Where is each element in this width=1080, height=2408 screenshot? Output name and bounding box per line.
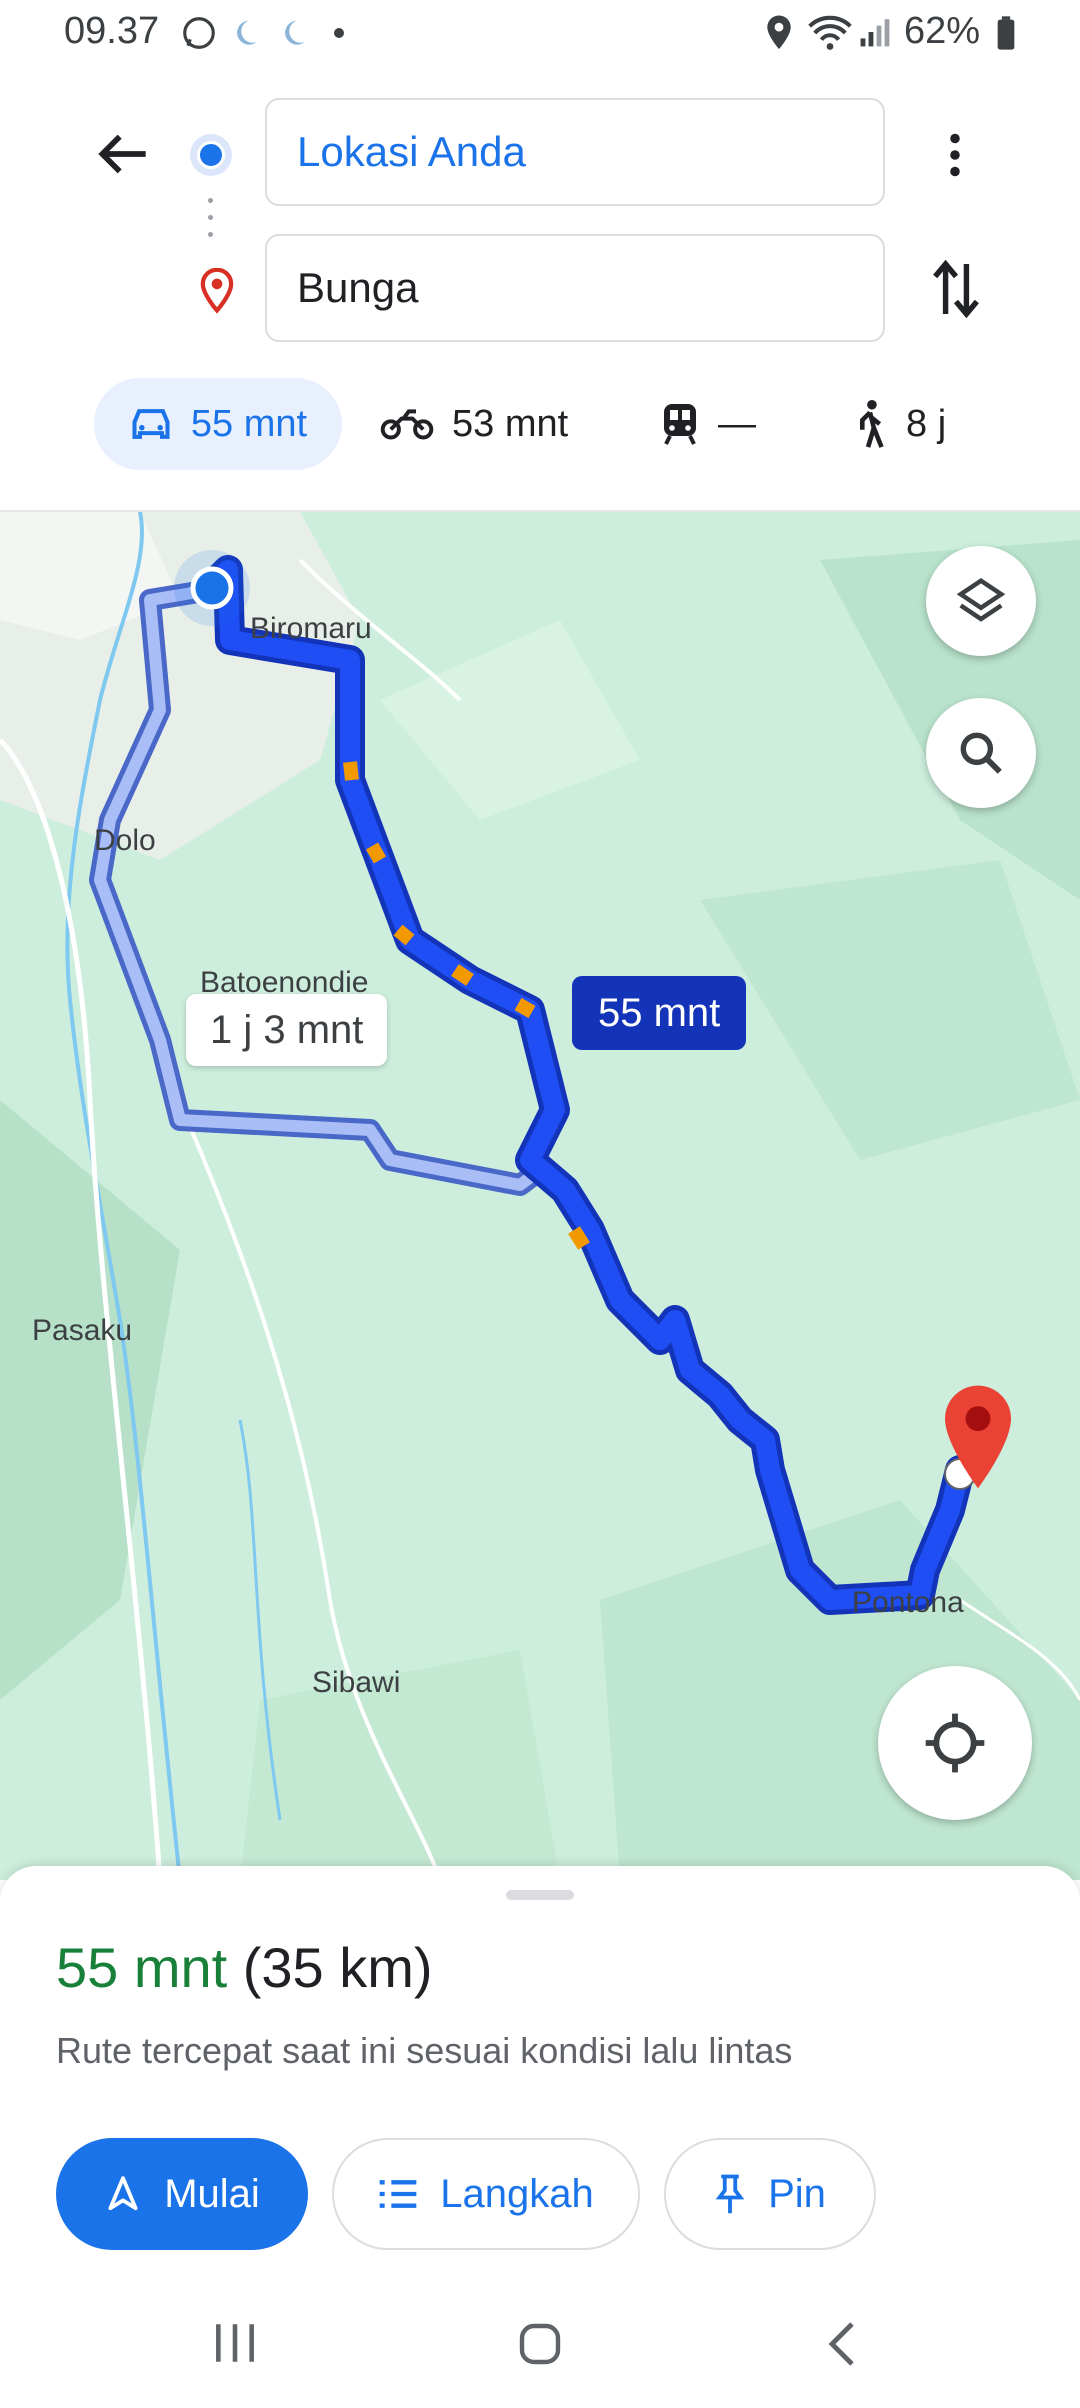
moon-icon xyxy=(280,18,308,55)
list-icon xyxy=(379,2180,417,2208)
place-label-dolo: Dolo xyxy=(94,824,156,857)
start-button-label: Mulai xyxy=(164,2171,260,2216)
status-bar: 09.37 62% xyxy=(0,0,1080,70)
destination-marker-icon xyxy=(940,1382,1016,1497)
wifi-icon xyxy=(808,14,852,57)
route-subtitle: Rute tercepat saat ini sesuai kondisi la… xyxy=(56,2030,793,2071)
navigation-icon xyxy=(108,2176,138,2211)
mode-motorcycle-label: 53 mnt xyxy=(452,402,569,445)
steps-button[interactable]: Langkah xyxy=(332,2138,640,2250)
primary-route-label[interactable]: 55 mnt xyxy=(572,976,747,1050)
system-nav-bar xyxy=(0,2290,1080,2408)
origin-dot-icon xyxy=(190,134,232,176)
place-label-sibawi: Sibawi xyxy=(312,1666,401,1699)
mode-car-label: 55 mnt xyxy=(190,402,308,445)
search-along-route-button[interactable] xyxy=(926,698,1036,808)
origin-input[interactable]: Lokasi Anda xyxy=(265,98,885,206)
pin-button-label: Pin xyxy=(768,2171,826,2216)
moon-icon xyxy=(232,18,260,55)
layers-button[interactable] xyxy=(926,546,1036,656)
pin-icon xyxy=(715,2174,745,2214)
battery-level: 62% xyxy=(904,10,981,52)
my-location-icon xyxy=(925,1713,985,1773)
search-icon xyxy=(960,732,1002,774)
destination-input[interactable]: Bunga xyxy=(265,234,885,342)
steps-button-label: Langkah xyxy=(440,2171,594,2216)
walk-icon xyxy=(860,399,884,448)
mode-car-tab[interactable]: 55 mnt xyxy=(94,378,342,470)
place-label-pontona: Pontona xyxy=(852,1586,964,1619)
motorcycle-icon xyxy=(380,409,434,440)
sheet-drag-handle[interactable] xyxy=(506,1890,574,1900)
status-time: 09.37 xyxy=(64,10,160,52)
more-options-button[interactable] xyxy=(930,120,980,190)
whatsapp-icon xyxy=(180,14,218,57)
route-dots xyxy=(208,198,213,237)
map-view[interactable]: Biromaru Dolo Batoenondie Pasaku Sibawi … xyxy=(0,512,1080,1880)
signal-icon xyxy=(858,16,892,53)
more-vert-icon xyxy=(950,133,960,177)
home-button[interactable] xyxy=(516,2320,564,2373)
start-button[interactable]: Mulai xyxy=(56,2138,308,2250)
recent-apps-icon xyxy=(216,2324,254,2362)
layers-icon xyxy=(956,578,1006,622)
train-icon xyxy=(664,404,696,445)
place-label-pasaku: Pasaku xyxy=(32,1314,133,1347)
my-location-button[interactable] xyxy=(878,1666,1032,1820)
alt-route-label[interactable]: 1 j 3 mnt xyxy=(186,994,388,1066)
destination-pin-icon xyxy=(198,267,236,319)
arrow-left-icon xyxy=(98,134,146,174)
pin-button[interactable]: Pin xyxy=(664,2138,876,2250)
route-duration: 55 mnt xyxy=(56,1936,228,1999)
mode-walk-tab[interactable]: 8 j xyxy=(852,378,946,470)
swap-vert-icon xyxy=(933,259,979,319)
mode-transit-label: — xyxy=(718,402,756,445)
notification-dot-icon xyxy=(334,28,344,38)
route-distance: (35 km) xyxy=(242,1936,433,1999)
chevron-left-icon xyxy=(828,2322,854,2366)
mode-walk-label: 8 j xyxy=(906,402,947,445)
battery-icon xyxy=(996,16,1016,55)
home-icon xyxy=(519,2323,561,2365)
recent-apps-button[interactable] xyxy=(210,2320,260,2371)
swap-button[interactable] xyxy=(924,252,988,326)
place-label-biromaru: Biromaru xyxy=(250,612,372,645)
back-nav-button[interactable] xyxy=(824,2320,860,2373)
mode-motorcycle-tab[interactable]: 53 mnt xyxy=(380,378,568,470)
route-summary: 55 mnt (35 km) xyxy=(56,1935,433,2000)
location-icon xyxy=(764,14,794,57)
back-button[interactable] xyxy=(92,122,156,186)
mode-transit-tab[interactable]: — xyxy=(660,378,756,470)
car-icon xyxy=(132,409,170,439)
